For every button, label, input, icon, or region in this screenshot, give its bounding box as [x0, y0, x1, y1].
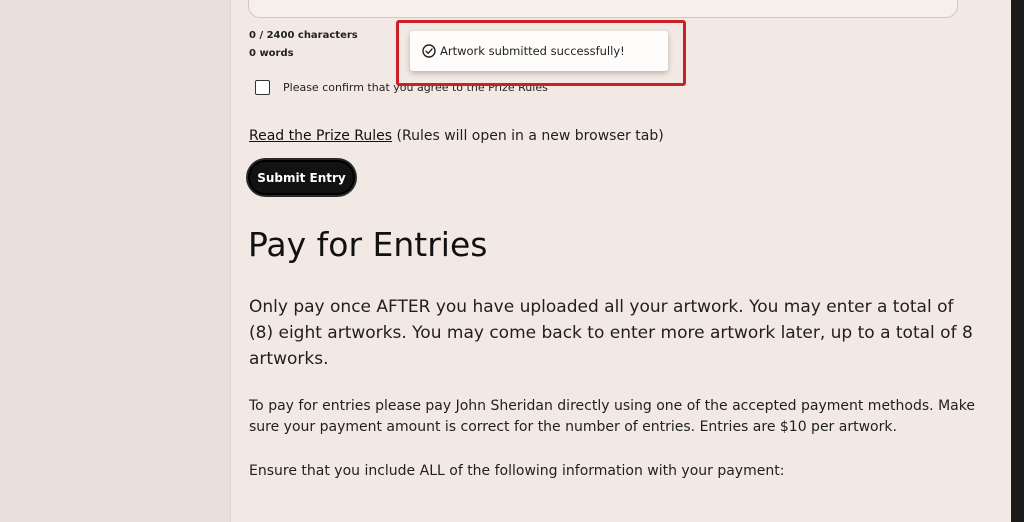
payment-include-note: Ensure that you include ALL of the follo… [249, 463, 785, 479]
confirm-rules-checkbox[interactable] [255, 80, 270, 95]
window-edge [1010, 0, 1024, 522]
pay-for-entries-heading: Pay for Entries [248, 225, 488, 264]
character-counter: 0 / 2400 characters [249, 30, 358, 41]
rules-note: (Rules will open in a new browser tab) [392, 128, 664, 144]
prize-rules-link[interactable]: Read the Prize Rules [249, 128, 392, 144]
payment-intro: Only pay once AFTER you have uploaded al… [249, 297, 973, 369]
word-counter: 0 words [249, 48, 294, 59]
rules-line: Read the Prize Rules (Rules will open in… [249, 128, 664, 144]
toast-highlight-box [396, 20, 686, 86]
description-textarea[interactable] [248, 0, 958, 18]
submit-entry-button[interactable]: Submit Entry [248, 160, 355, 195]
payment-instructions: To pay for entries please pay John Sheri… [249, 398, 975, 435]
